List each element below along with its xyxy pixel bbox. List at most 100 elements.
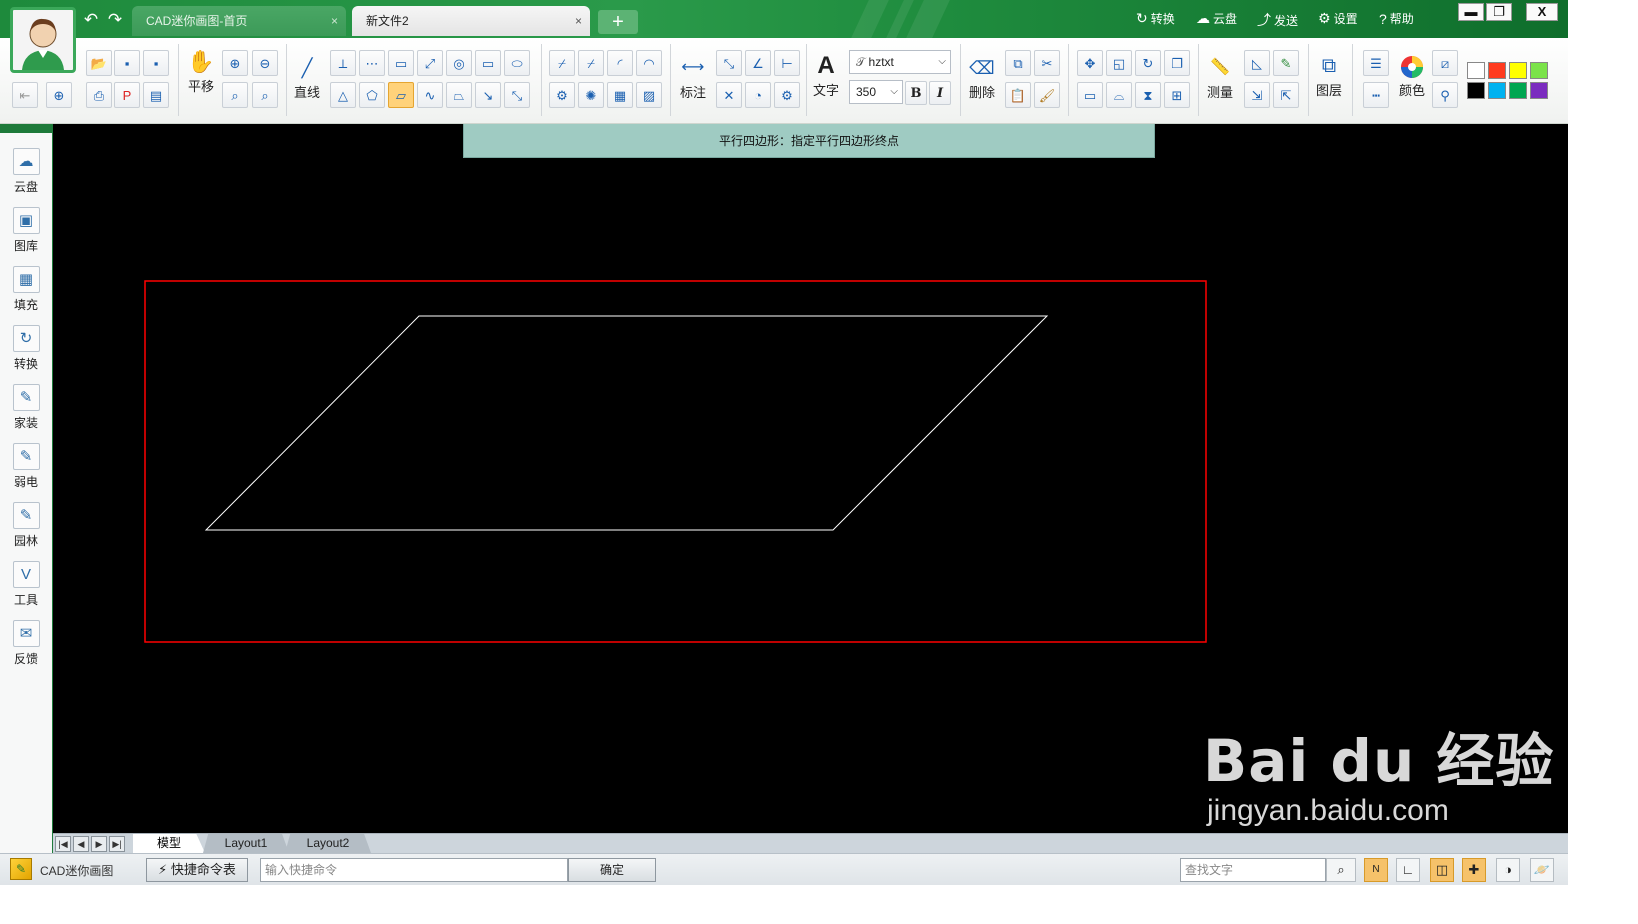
extend-icon[interactable]: ⌿: [578, 50, 604, 76]
rotate-icon[interactable]: ↻: [1135, 50, 1161, 76]
zoom-in-icon[interactable]: ⊕: [222, 50, 248, 76]
copy-icon[interactable]: ⧉: [1005, 50, 1031, 76]
text-tool-button[interactable]: A 文字: [810, 52, 842, 99]
shortcut-list-button[interactable]: ⚡ 快捷命令表: [146, 858, 248, 882]
tab-model[interactable]: 模型: [133, 834, 205, 853]
first-layout-icon[interactable]: |◀: [55, 836, 71, 852]
sidebar-item-gallery[interactable]: ▣ 图库: [0, 207, 52, 254]
area-measure-icon[interactable]: ◺: [1244, 50, 1270, 76]
tab-home[interactable]: CAD迷你画图-首页 ×: [132, 6, 346, 36]
crosshair-toggle-icon[interactable]: ✚: [1462, 858, 1486, 882]
layer-state-icon[interactable]: ⧄: [1432, 50, 1458, 76]
scale-icon[interactable]: ◱: [1106, 50, 1132, 76]
grid-toggle-icon[interactable]: ◫: [1430, 858, 1454, 882]
paste-icon[interactable]: 📋: [1005, 82, 1031, 108]
swatch-yellow[interactable]: [1509, 62, 1527, 79]
undo-icon[interactable]: ↶: [80, 10, 102, 30]
snap-toggle-icon[interactable]: N: [1364, 858, 1388, 882]
export-pdf-icon[interactable]: P: [114, 82, 140, 108]
redo-icon[interactable]: ↷: [104, 10, 126, 30]
print-icon[interactable]: ⎙: [86, 82, 112, 108]
parallelogram-icon[interactable]: ▱: [388, 82, 414, 108]
zoom-out-icon[interactable]: ⊖: [252, 50, 278, 76]
pencil-icon[interactable]: ✎: [1273, 50, 1299, 76]
pan-button[interactable]: ✋ 平移: [186, 48, 216, 95]
color-palette-icon[interactable]: ◑: [1496, 858, 1520, 882]
close-window-button[interactable]: X: [1526, 3, 1558, 21]
block-icon[interactable]: ⚙: [549, 82, 575, 108]
export-icon[interactable]: ⇱: [1273, 82, 1299, 108]
dim-settings-icon[interactable]: ⚙: [774, 82, 800, 108]
arrow-line-icon[interactable]: ↘: [475, 82, 501, 108]
arc-icon[interactable]: ◠: [636, 50, 662, 76]
trapezoid-icon[interactable]: ⏢: [446, 82, 472, 108]
new-file-icon[interactable]: ⊕: [46, 82, 72, 108]
offset-icon[interactable]: ⌓: [1106, 82, 1132, 108]
trim-icon[interactable]: ⌿: [549, 50, 575, 76]
minimize-button[interactable]: ▬: [1458, 3, 1484, 21]
circle-icon[interactable]: ◎: [446, 50, 472, 76]
swatch-red[interactable]: [1488, 62, 1506, 79]
ray-icon[interactable]: ▭: [388, 50, 414, 76]
delete-button[interactable]: ⌫ 删除: [966, 54, 998, 101]
swatch-black[interactable]: [1467, 82, 1485, 99]
ortho-toggle-icon[interactable]: ∟: [1396, 858, 1420, 882]
polyline-icon[interactable]: ⟂: [330, 50, 356, 76]
line-type-icon[interactable]: ┅: [1363, 82, 1389, 108]
menu-settings[interactable]: ⚙ 设置: [1318, 10, 1358, 27]
array-icon[interactable]: ⊞: [1164, 82, 1190, 108]
swatch-cyan[interactable]: [1488, 82, 1506, 99]
cut-icon[interactable]: ✂: [1034, 50, 1060, 76]
tab-close-icon[interactable]: ×: [331, 6, 338, 36]
swatch-white[interactable]: [1467, 62, 1485, 79]
fillet-icon[interactable]: ◜: [607, 50, 633, 76]
drawing-canvas[interactable]: 平行四边形：指定平行四边形终点 Bai du 经验 jingyan.baidu.…: [53, 124, 1568, 833]
zoom-window-icon[interactable]: ⌕: [222, 82, 248, 108]
curve-icon[interactable]: ∿: [417, 82, 443, 108]
confirm-button[interactable]: 确定: [568, 858, 656, 882]
sidebar-item-hatch[interactable]: ▦ 填充: [0, 266, 52, 313]
line-weight-icon[interactable]: ☰: [1363, 50, 1389, 76]
next-layout-icon[interactable]: ▶: [91, 836, 107, 852]
back-icon[interactable]: ⇤: [12, 82, 38, 108]
radius-dim-icon[interactable]: ◔: [745, 82, 771, 108]
menu-convert[interactable]: ↻ 转换: [1136, 10, 1175, 27]
cloud-line-icon[interactable]: ✺: [578, 82, 604, 108]
sidebar-item-cloud[interactable]: ☁ 云盘: [0, 148, 52, 195]
import-icon[interactable]: ⇲: [1244, 82, 1270, 108]
angle-dim-icon[interactable]: ∠: [745, 50, 771, 76]
aligned-dim-icon[interactable]: ⤡: [716, 50, 742, 76]
layer-tool-icon[interactable]: ⚲: [1432, 82, 1458, 108]
swatch-dark-green[interactable]: [1509, 82, 1527, 99]
swatch-purple[interactable]: [1530, 82, 1548, 99]
search-text-input[interactable]: 查找文字: [1180, 858, 1326, 882]
add-tab-button[interactable]: +: [598, 10, 638, 34]
line-tool-button[interactable]: ╱ 直线: [292, 54, 322, 101]
parallelogram-shape[interactable]: [204, 315, 1049, 531]
search-icon[interactable]: ⌕: [1326, 858, 1356, 882]
move-icon[interactable]: ✥: [1077, 50, 1103, 76]
sidebar-item-feedback[interactable]: ✉ 反馈: [0, 620, 52, 667]
construction-line-icon[interactable]: ⋯: [359, 50, 385, 76]
export-image-icon[interactable]: ▤: [143, 82, 169, 108]
maximize-button[interactable]: ❐: [1486, 3, 1512, 21]
save-icon[interactable]: ▪: [114, 50, 140, 76]
zoom-realtime-icon[interactable]: ⌕: [252, 82, 278, 108]
coordinate-dim-icon[interactable]: ✕: [716, 82, 742, 108]
sidebar-item-garden[interactable]: ✎ 园林: [0, 502, 52, 549]
color-button[interactable]: 颜色: [1396, 52, 1428, 99]
font-name-select[interactable]: 𝒯 hztxt ⌵: [849, 50, 951, 74]
layer-button[interactable]: ⧉ 图层: [1312, 52, 1346, 99]
sidebar-item-tools[interactable]: V 工具: [0, 561, 52, 608]
ellipse-icon[interactable]: ⬭: [504, 50, 530, 76]
match-properties-icon[interactable]: 🖌: [1034, 82, 1060, 108]
hatch-tool-icon[interactable]: ▦: [607, 82, 633, 108]
tab-layout2[interactable]: Layout2: [285, 834, 371, 853]
save-as-icon[interactable]: ▪: [143, 50, 169, 76]
insert-image-icon[interactable]: ▨: [636, 82, 662, 108]
rectangle-icon[interactable]: ▭: [475, 50, 501, 76]
swatch-green[interactable]: [1530, 62, 1548, 79]
continuous-dim-icon[interactable]: ⊢: [774, 50, 800, 76]
stretch-icon[interactable]: ▭: [1077, 82, 1103, 108]
font-size-select[interactable]: 350 ⌵: [849, 80, 903, 104]
